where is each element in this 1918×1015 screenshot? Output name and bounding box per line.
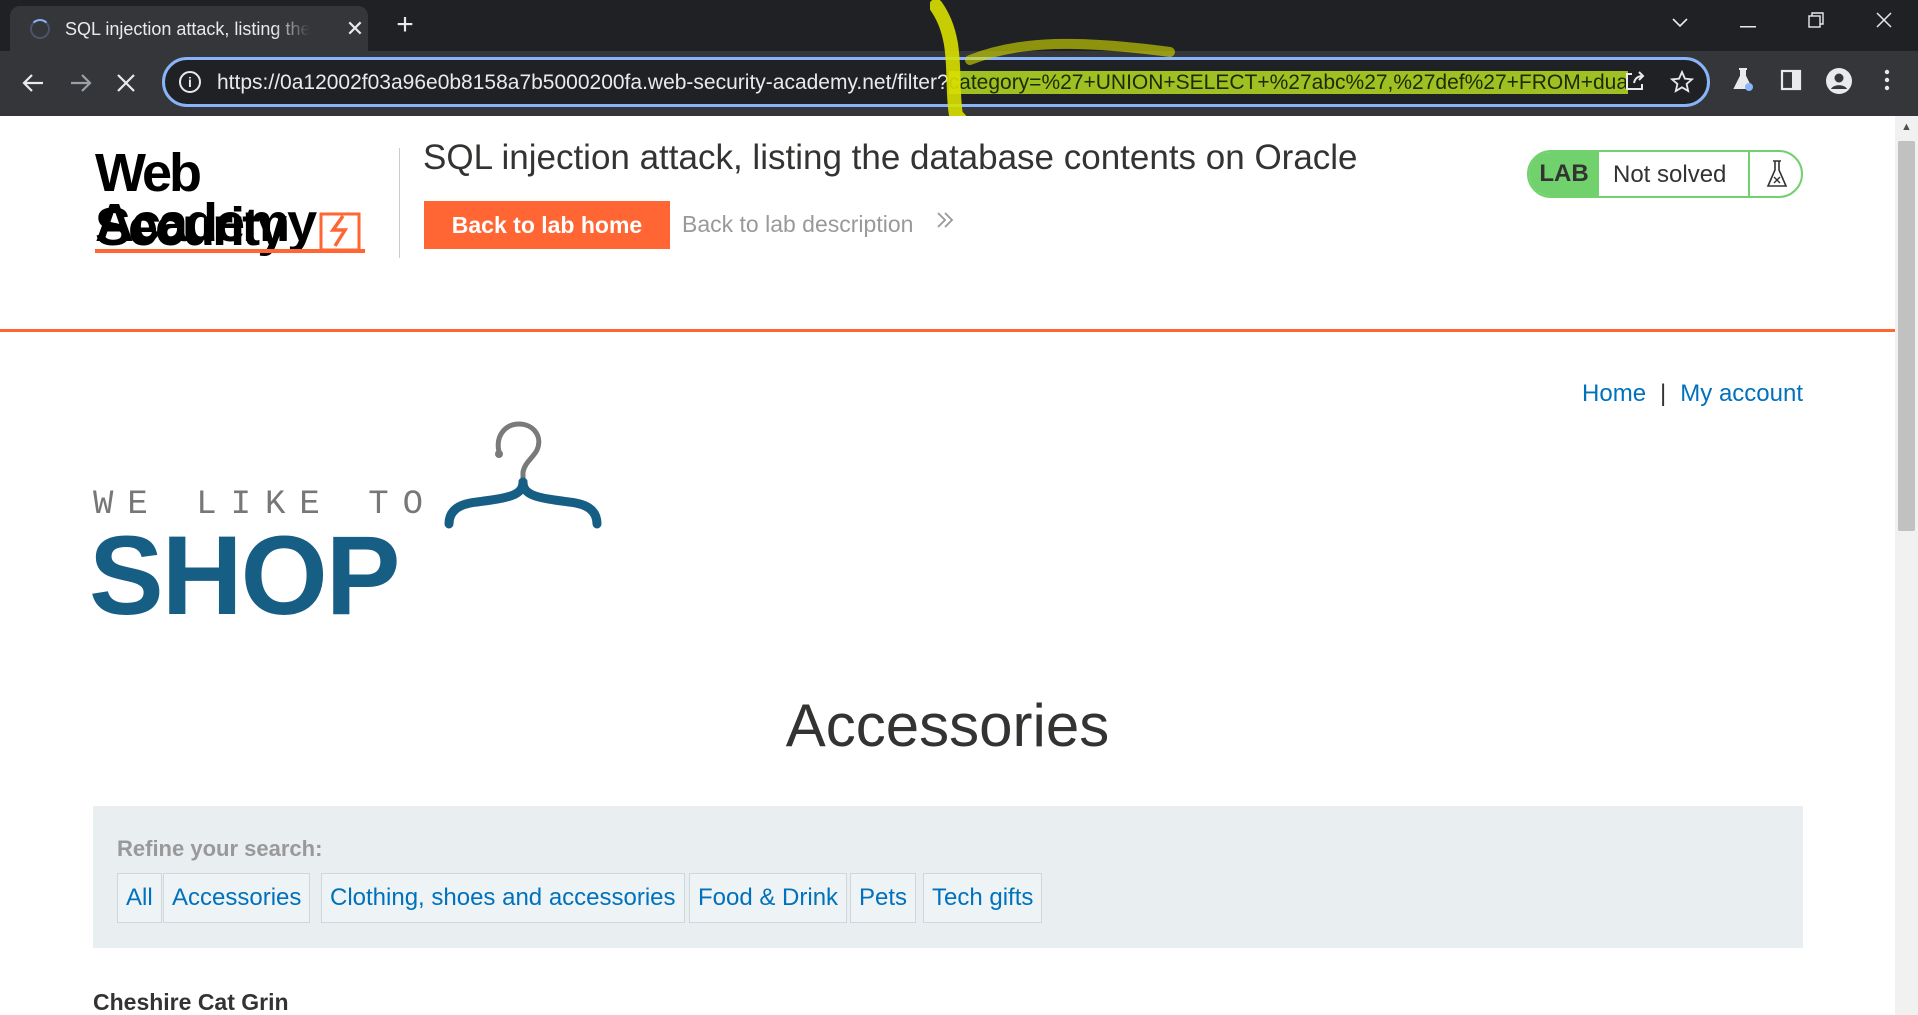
- product-name: Cheshire Cat Grin: [93, 989, 289, 1015]
- flask-icon: [1748, 152, 1801, 196]
- account-nav: Home | My account: [1582, 380, 1803, 408]
- url-base: https://0a12002f03a96e0b8158a7b5000200fa…: [217, 71, 949, 94]
- lab-badge: LAB: [1529, 152, 1599, 196]
- window-close-icon[interactable]: [1864, 6, 1904, 38]
- nav-separator: |: [1660, 380, 1667, 407]
- browser-tab[interactable]: SQL injection attack, listing the databa…: [10, 6, 368, 51]
- page-viewport: Web Security Academy SQL injection attac…: [0, 116, 1918, 1015]
- browser-menu-icon[interactable]: [1870, 67, 1904, 101]
- browser-toolbar: i https://0a12002f03a96e0b8158a7b5000200…: [0, 0, 1918, 157]
- home-link[interactable]: Home: [1582, 380, 1646, 407]
- category-heading: Accessories: [785, 692, 1110, 759]
- site-info-icon[interactable]: i: [179, 71, 201, 93]
- logo-line-2: Academy: [95, 193, 317, 253]
- stop-loading-icon[interactable]: [109, 67, 143, 101]
- filter-accessories[interactable]: Accessories: [163, 873, 311, 923]
- lab-status-widget: LAB Not solved: [1527, 150, 1803, 198]
- bookmark-star-icon[interactable]: [1668, 69, 1696, 98]
- header-separator: [0, 329, 1895, 332]
- tab-title: SQL injection attack, listing the databa…: [65, 19, 310, 39]
- back-to-lab-home-button[interactable]: Back to lab home: [424, 201, 670, 249]
- we-like-to-shop-logo: WE LIKE TO SHOP: [89, 421, 653, 632]
- share-icon[interactable]: [1621, 70, 1649, 98]
- shop-wordmark: SHOP: [89, 513, 400, 638]
- tab-search-chevron-down-icon[interactable]: [1660, 6, 1700, 38]
- labs-flask-icon[interactable]: [1726, 67, 1760, 101]
- restore-icon[interactable]: [1796, 6, 1836, 38]
- filter-panel: Refine your search: All Accessories Clot…: [93, 806, 1803, 948]
- side-panel-icon[interactable]: [1774, 67, 1808, 101]
- new-tab-button[interactable]: +: [390, 10, 420, 40]
- filter-tech-gifts[interactable]: Tech gifts: [923, 873, 1043, 923]
- scroll-up-arrow-icon[interactable]: ▲: [1899, 120, 1914, 134]
- filter-pets[interactable]: Pets: [850, 873, 917, 923]
- forward-arrow-icon[interactable]: [64, 67, 98, 101]
- address-bar[interactable]: i https://0a12002f03a96e0b8158a7b5000200…: [162, 57, 1710, 107]
- filter-food-drink[interactable]: Food & Drink: [689, 873, 848, 923]
- filter-all[interactable]: All: [117, 873, 162, 923]
- my-account-link[interactable]: My account: [1680, 380, 1803, 407]
- browser-tab-bar: SQL injection attack, listing the databa…: [0, 0, 1918, 51]
- filter-label: Refine your search:: [117, 836, 323, 861]
- chevron-right-icon: [935, 209, 955, 237]
- back-arrow-icon[interactable]: [16, 67, 50, 101]
- url-query-highlighted: category=%27+UNION+SELECT+%27abc%27,%27d…: [948, 71, 1629, 94]
- url-text[interactable]: https://0a12002f03a96e0b8158a7b5000200fa…: [217, 70, 1629, 96]
- scroll-thumb[interactable]: [1898, 141, 1915, 531]
- profile-avatar-icon[interactable]: [1822, 67, 1856, 101]
- academy-bolt-icon: [319, 212, 361, 252]
- page-scrollbar[interactable]: ▲: [1895, 116, 1918, 1015]
- back-to-lab-description-link[interactable]: Back to lab description: [682, 211, 913, 238]
- web-security-academy-logo[interactable]: Web Security Academy: [95, 146, 395, 256]
- filter-clothing-shoes-accessories[interactable]: Clothing, shoes and accessories: [321, 873, 685, 923]
- coat-hanger-icon: [444, 421, 602, 529]
- minimize-icon[interactable]: [1728, 6, 1768, 38]
- lab-title: SQL injection attack, listing the databa…: [423, 138, 1358, 177]
- header-divider: [399, 148, 400, 258]
- tab-close-icon[interactable]: ✕: [343, 17, 367, 41]
- loading-spinner-icon: [30, 19, 50, 39]
- lab-status-text: Not solved: [1613, 161, 1727, 188]
